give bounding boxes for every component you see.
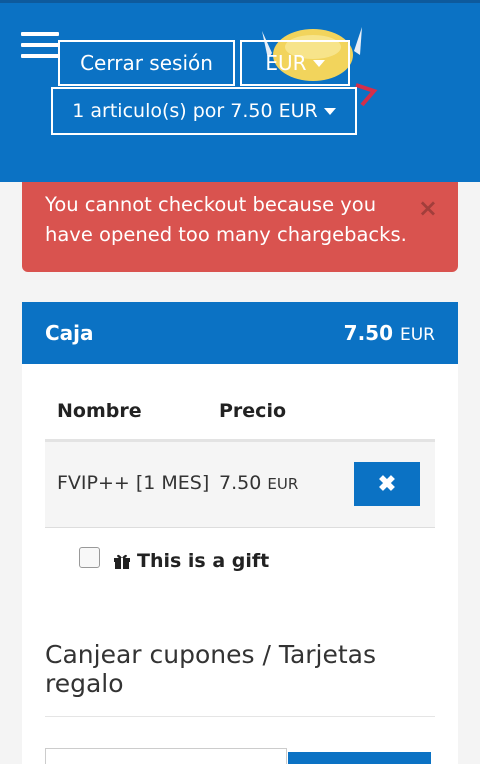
checkout-panel: Caja 7.50 EUR Nombre Precio FVIP++ [1 ME… xyxy=(22,302,458,764)
caret-down-icon xyxy=(323,107,336,115)
logout-label: Cerrar sesión xyxy=(80,51,213,75)
panel-title: Caja xyxy=(45,321,94,345)
item-name: FVIP++ [1 MES] xyxy=(57,472,210,494)
coupon-code-input[interactable] xyxy=(45,748,287,764)
chargeback-alert: You cannot checkout because you have ope… xyxy=(22,182,458,272)
item-price: 7.50 EUR xyxy=(219,472,298,494)
currency-dropdown[interactable]: EUR xyxy=(240,40,350,86)
cart-summary-label: 1 articulo(s) por 7.50 EUR xyxy=(72,100,318,122)
panel-total: 7.50 EUR xyxy=(344,321,435,345)
remove-item-button[interactable]: ✖ xyxy=(354,462,420,506)
alert-message: You cannot checkout because you have ope… xyxy=(45,193,407,246)
cart-dropdown[interactable]: 1 articulo(s) por 7.50 EUR xyxy=(51,87,357,135)
column-header-name: Nombre xyxy=(57,400,142,422)
gift-checkbox[interactable] xyxy=(79,546,100,568)
total-amount: 7.50 xyxy=(343,321,394,345)
item-price-currency: EUR xyxy=(267,475,299,493)
remove-icon: ✖ xyxy=(377,471,397,496)
currency-label: EUR xyxy=(265,51,307,75)
menu-icon[interactable] xyxy=(21,32,59,58)
item-price-amount: 7.50 xyxy=(219,472,262,494)
logout-button[interactable]: Cerrar sesión xyxy=(58,40,235,86)
divider xyxy=(45,716,435,717)
redeem-coupon-button[interactable] xyxy=(288,752,431,764)
table-header-row: Nombre Precio xyxy=(45,390,435,442)
coupon-section-title: Canjear cupones / Tarjetas regalo xyxy=(45,640,377,698)
column-header-price: Precio xyxy=(219,400,287,422)
total-currency: EUR xyxy=(400,325,435,345)
gift-icon xyxy=(114,554,130,569)
table-row: FVIP++ [1 MES] 7.50 EUR ✖ xyxy=(45,442,435,528)
gift-option: This is a gift xyxy=(79,546,270,572)
caret-down-icon xyxy=(312,59,325,67)
cart-table: Nombre Precio FVIP++ [1 MES] 7.50 EUR ✖ xyxy=(45,390,435,528)
gift-label: This is a gift xyxy=(137,550,270,572)
site-header: Cerrar sesión EUR 1 articulo(s) por 7.50… xyxy=(0,0,480,182)
checkout-panel-header: Caja 7.50 EUR xyxy=(22,302,458,364)
close-icon[interactable]: × xyxy=(418,194,438,222)
